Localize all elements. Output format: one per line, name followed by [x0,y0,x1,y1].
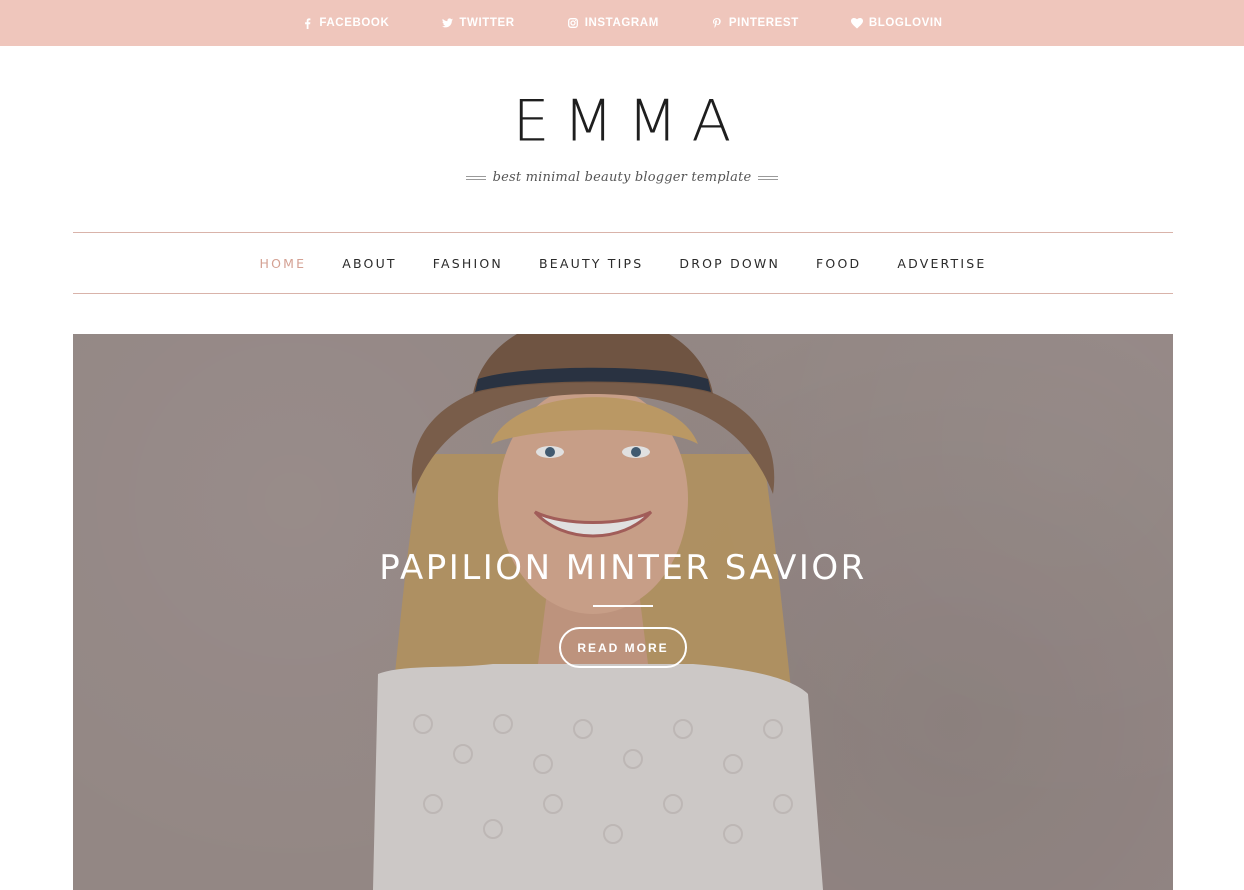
instagram-icon [567,17,579,29]
pinterest-label: PINTEREST [728,17,799,29]
nav-item-food[interactable]: FOOD [816,256,861,271]
hero-title[interactable]: PAPILION MINTER SAVIOR [73,548,1173,588]
social-bar: FACEBOOK TWITTER INSTAGRAM PINTEREST BLO… [0,0,1244,46]
nav-item-fashion[interactable]: FASHION [433,256,503,271]
instagram-link[interactable]: INSTAGRAM [567,17,659,29]
facebook-label: FACEBOOK [319,17,390,29]
twitter-label: TWITTER [459,17,515,29]
hero-photo [73,334,1173,890]
twitter-link[interactable]: TWITTER [441,17,514,29]
tagline-divider-left [465,175,486,180]
nav-item-beauty-tips[interactable]: BEAUTY TIPS [539,256,643,271]
pinterest-icon [711,17,723,29]
site-logo-text: EMMA [512,87,746,155]
site-tagline: best minimal beauty blogger template [492,170,752,185]
main-nav: HOME ABOUT FASHION BEAUTY TIPS DROP DOWN… [73,232,1173,294]
twitter-icon [441,17,453,29]
nav-item-drop-down[interactable]: DROP DOWN [679,256,780,271]
hero-slider[interactable]: PAPILION MINTER SAVIOR READ MORE [73,334,1173,890]
hero-divider [593,605,653,607]
tagline-row: best minimal beauty blogger template [0,170,1244,185]
nav-item-advertise[interactable]: ADVERTISE [897,256,986,271]
bloglovin-link[interactable]: BLOGLOVIN [850,17,943,29]
instagram-label: INSTAGRAM [584,17,659,29]
bloglovin-label: BLOGLOVIN [868,17,943,29]
nav-item-about[interactable]: ABOUT [342,256,397,271]
pinterest-link[interactable]: PINTEREST [711,17,799,29]
tagline-divider-right [758,175,779,180]
read-more-button[interactable]: READ MORE [559,627,687,668]
heart-icon [850,17,863,29]
nav-item-home[interactable]: HOME [260,256,307,271]
site-logo[interactable]: EMMA [0,87,1244,156]
facebook-link[interactable]: FACEBOOK [301,17,389,29]
facebook-icon [301,17,313,29]
